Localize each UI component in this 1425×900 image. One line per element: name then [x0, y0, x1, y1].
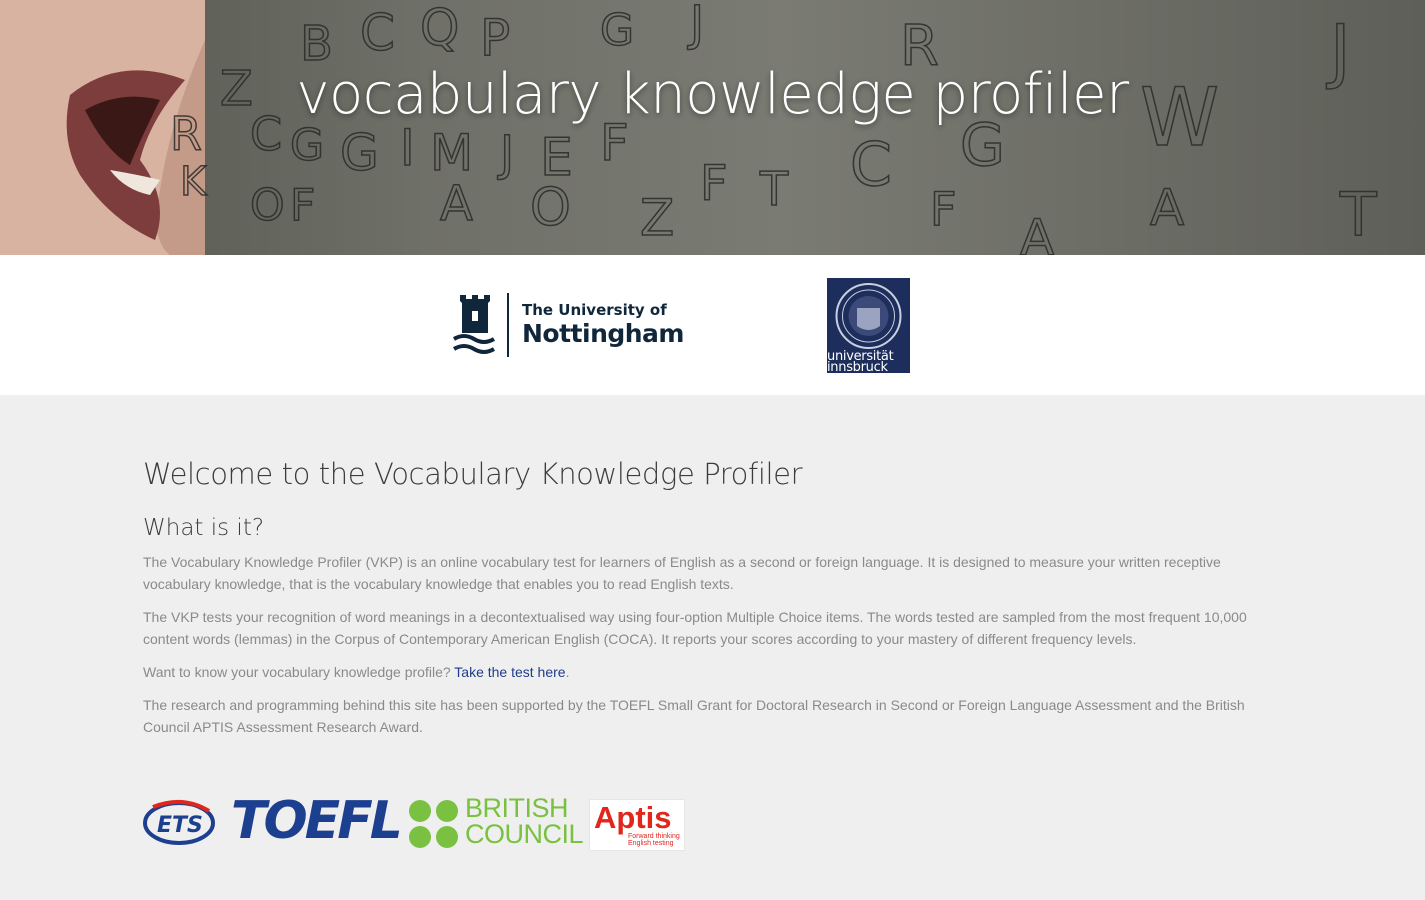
svg-text:T: T — [759, 162, 789, 216]
svg-text:Z: Z — [640, 189, 674, 247]
nottingham-line1: The University of — [522, 301, 667, 319]
svg-text:C: C — [360, 4, 395, 62]
svg-text:F: F — [930, 182, 956, 236]
svg-text:O: O — [530, 178, 571, 238]
site-title: vocabulary knowledge profiler — [296, 62, 1129, 127]
hero-background-image: B C Q P G J R J W Z R C G G I M J E F F … — [0, 0, 1378, 255]
svg-text:O: O — [250, 180, 285, 231]
british-council-dots-icon — [409, 800, 458, 848]
ets-text: ETS — [157, 813, 203, 838]
method-paragraph: The VKP tests your recognition of word m… — [143, 609, 1247, 647]
svg-text:M: M — [430, 124, 473, 182]
svg-text:P: P — [480, 9, 510, 67]
partner-logos: The University of Nottingham universität… — [0, 255, 1425, 395]
svg-text:G: G — [600, 5, 634, 56]
nottingham-logo[interactable]: The University of Nottingham — [452, 293, 684, 359]
take-test-link[interactable]: Take the test here — [454, 664, 565, 680]
cta-paragraph: Want to know your vocabulary knowledge p… — [143, 661, 1273, 683]
svg-text:A: A — [440, 176, 473, 232]
hero-banner: B C Q P G J R J W Z R C G G I M J E F F … — [0, 0, 1425, 255]
cta-prefix: Want to know your vocabulary knowledge p… — [143, 664, 455, 680]
svg-text:J: J — [497, 126, 514, 182]
svg-text:G: G — [290, 120, 324, 171]
british-council-line2: COUNCIL — [465, 819, 584, 849]
svg-text:C: C — [850, 130, 892, 200]
aptis-tagline-2: English testing — [628, 840, 674, 847]
svg-text:K: K — [180, 159, 208, 205]
svg-text:J: J — [687, 0, 704, 52]
castle-icon — [452, 295, 496, 354]
aptis-tagline-1: Forward thinking — [628, 833, 680, 840]
aptis-logo[interactable]: Aptis Forward thinking English testing — [589, 799, 685, 851]
svg-text:A: A — [1150, 179, 1184, 237]
innsbruck-logo[interactable]: universität innsbruck — [827, 278, 910, 373]
british-council-logo[interactable]: BRITISH COUNCIL — [465, 793, 584, 849]
logo-divider — [507, 293, 509, 357]
svg-text:I: I — [400, 119, 415, 177]
section-title: What is it? — [143, 515, 265, 541]
main-content: Welcome to the Vocabulary Knowledge Prof… — [143, 395, 1273, 738]
svg-text:A: A — [1020, 209, 1054, 255]
svg-text:F: F — [290, 180, 315, 231]
british-council-line1: BRITISH — [465, 793, 569, 823]
toefl-logo[interactable]: TOEFL — [231, 791, 403, 851]
svg-text:Q: Q — [420, 0, 459, 57]
svg-text:G: G — [340, 124, 379, 182]
aptis-tagline: Forward thinking English testing — [628, 833, 680, 847]
page-title: Welcome to the Vocabulary Knowledge Prof… — [143, 457, 803, 491]
svg-text:F: F — [700, 156, 728, 212]
svg-text:T: T — [1339, 180, 1377, 250]
innsbruck-line2: innsbruck — [827, 361, 910, 373]
ets-logo[interactable]: ETS — [143, 799, 215, 845]
intro-paragraph: The Vocabulary Knowledge Profiler (VKP) … — [143, 554, 1221, 592]
nottingham-line2: Nottingham — [522, 319, 684, 348]
funding-paragraph: The research and programming behind this… — [143, 697, 1245, 735]
aptis-name: Aptis — [594, 800, 672, 835]
cta-suffix: . — [565, 664, 570, 680]
